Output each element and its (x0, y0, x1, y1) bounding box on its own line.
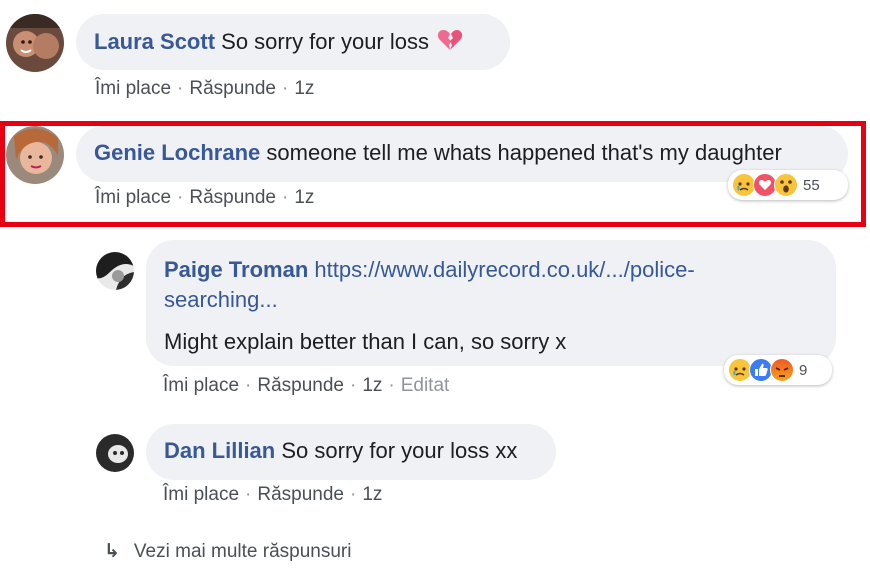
reply-link[interactable]: Răspunde (257, 375, 344, 396)
comment-bubble: Laura Scott So sorry for your loss (76, 14, 510, 70)
timestamp[interactable]: 1z (294, 187, 314, 208)
reply-bubble: Dan Lillian So sorry for your loss xx (146, 424, 556, 480)
reaction-count: 9 (799, 361, 808, 379)
reply-actions: Îmi place · Răspunde · 1z · Editat (163, 375, 450, 396)
reply-link[interactable]: Răspunde (257, 484, 344, 505)
more-replies-label: Vezi mai multe răspunsuri (133, 541, 352, 562)
reaction-count: 55 (803, 176, 820, 194)
reply-text: So sorry for your loss xx (281, 438, 518, 463)
reply-link[interactable]: Răspunde (189, 78, 276, 99)
like-link[interactable]: Îmi place (95, 78, 171, 99)
comment-actions: Îmi place · Răspunde · 1z (95, 187, 315, 208)
avatar[interactable] (96, 252, 134, 290)
reply-text: Might explain better than I can, so sorr… (164, 329, 567, 354)
broken-heart-icon (437, 28, 463, 58)
comment-actions: Îmi place · Răspunde · 1z (95, 78, 315, 99)
avatar[interactable] (6, 14, 64, 72)
timestamp[interactable]: 1z (362, 375, 382, 396)
reaction-summary[interactable]: 55 (728, 170, 848, 200)
edited-label[interactable]: Editat (401, 375, 450, 396)
wow-reaction-icon (774, 173, 798, 197)
reaction-summary[interactable]: 9 (724, 355, 832, 385)
shared-link-continued[interactable]: searching... (164, 285, 836, 315)
reply-author[interactable]: Paige Troman (164, 257, 308, 282)
reply-author[interactable]: Dan Lillian (164, 438, 275, 463)
comment-author[interactable]: Laura Scott (94, 29, 215, 54)
timestamp[interactable]: 1z (362, 484, 382, 505)
reply-actions: Îmi place · Răspunde · 1z (163, 484, 383, 505)
timestamp[interactable]: 1z (294, 78, 314, 99)
comment-author[interactable]: Genie Lochrane (94, 140, 260, 165)
reply-bubble: Paige Troman https://www.dailyrecord.co.… (146, 240, 836, 366)
comment-text: So sorry for your loss (221, 29, 429, 54)
reply-arrow-icon: ↳ (104, 541, 120, 562)
like-link[interactable]: Îmi place (163, 484, 239, 505)
more-replies-link[interactable]: ↳ Vezi mai multe răspunsuri (104, 540, 351, 563)
like-link[interactable]: Îmi place (163, 375, 239, 396)
like-link[interactable]: Îmi place (95, 187, 171, 208)
reply-link[interactable]: Răspunde (189, 187, 276, 208)
shared-link[interactable]: https://www.dailyrecord.co.uk/.../police… (314, 257, 694, 282)
avatar[interactable] (96, 434, 134, 472)
avatar[interactable] (6, 126, 64, 184)
angry-reaction-icon (770, 358, 794, 382)
comment-text: someone tell me whats happened that's my… (266, 140, 782, 165)
